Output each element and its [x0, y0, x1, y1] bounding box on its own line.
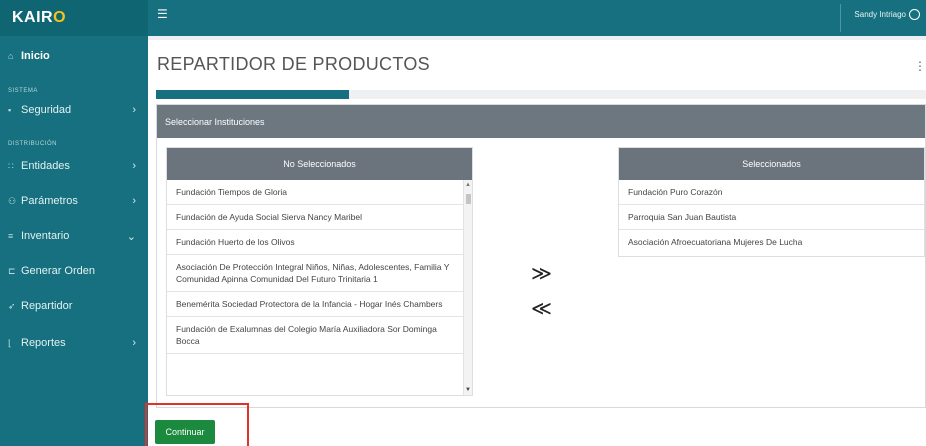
scroll-up-icon[interactable]: ▲ [465, 182, 471, 188]
sidebar-section-sistema: SISTEMA [8, 88, 38, 94]
sitemap-icon: ∷ [8, 160, 14, 171]
selected-list: Seleccionados Fundación Puro Corazón Par… [618, 147, 925, 257]
sidebar-item-label: Inventario [21, 230, 70, 242]
sidebar-item-label: Inicio [21, 50, 50, 62]
sidebar-item-reportes[interactable]: ⌊ Reportes › [0, 331, 148, 355]
brand-logo[interactable]: KAIR O [0, 0, 148, 36]
sidebar-item-seguridad[interactable]: ▪ Seguridad › [0, 98, 148, 122]
sidebar-item-label: Generar Orden [21, 265, 95, 277]
unselected-list: No Seleccionados Fundación Tiempos de Gl… [166, 147, 473, 396]
chevron-right-icon: › [132, 337, 136, 349]
move-left-button[interactable]: ≪ [531, 296, 552, 321]
navbar-divider [840, 4, 841, 32]
sidebar-item-inventario[interactable]: ≡ Inventario ⌄ [0, 224, 148, 248]
sidebar-item-generar-orden[interactable]: ⊏ Generar Orden [0, 259, 148, 283]
user-name: Sandy Intriago [854, 10, 906, 19]
list-item[interactable]: Fundación de Ayuda Social Sierva Nancy M… [167, 205, 464, 230]
progress-bar [156, 90, 926, 99]
chevron-right-icon: › [132, 160, 136, 172]
sidebar-item-label: Parámetros [21, 195, 78, 207]
cart-icon: ⊏ [8, 265, 16, 276]
panel-header: Seleccionar Instituciones [157, 105, 925, 138]
move-right-button[interactable]: ≫ [531, 261, 552, 286]
highlight-box [145, 403, 249, 446]
user-circle-icon [909, 9, 920, 20]
brand-name-accent: O [53, 9, 67, 26]
sidebar-item-inicio[interactable]: ⌂ Inicio [0, 44, 148, 68]
list-item[interactable]: Fundación Huerto de los Olivos [167, 230, 464, 255]
brand-name: KAIR [12, 9, 54, 26]
sidebar-item-repartidor[interactable]: ➶ Repartidor [0, 294, 148, 318]
list-item[interactable]: Fundación de Exalumnas del Colegio María… [167, 317, 464, 354]
sidebar-item-entidades[interactable]: ∷ Entidades › [0, 154, 148, 178]
progress-fill [156, 90, 349, 99]
top-navbar: ☰ Sandy Intriago [148, 0, 926, 36]
list-scrollbar[interactable]: ▲ ▼ [463, 180, 472, 395]
chevron-right-icon: › [132, 195, 136, 207]
sidebar-item-label: Entidades [21, 160, 70, 172]
list-item[interactable]: Asociación Afroecuatoriana Mujeres De Lu… [619, 230, 924, 254]
sidebar-item-label: Reportes [21, 337, 66, 349]
sidebar-item-label: Seguridad [21, 104, 72, 116]
lock-icon: ▪ [8, 105, 12, 115]
menu-toggle-icon[interactable]: ☰ [157, 7, 168, 21]
sidebar: KAIR O ⌂ Inicio SISTEMA ▪ Seguridad › DIS… [0, 0, 148, 446]
more-icon[interactable]: ⋮ [914, 59, 926, 73]
selected-list-header: Seleccionados [619, 148, 924, 180]
scroll-down-icon[interactable]: ▼ [465, 387, 471, 393]
unselected-list-header: No Seleccionados [167, 148, 472, 180]
list-item[interactable]: Parroquia San Juan Bautista [619, 205, 924, 230]
list-item[interactable]: Benemérita Sociedad Protectora de la Inf… [167, 292, 464, 317]
list-icon: ≡ [8, 231, 14, 241]
sidebar-item-label: Repartidor [21, 300, 73, 312]
chart-icon: ⌊ [8, 337, 12, 348]
home-icon: ⌂ [8, 51, 14, 61]
list-item[interactable]: Fundación Tiempos de Gloria [167, 180, 464, 205]
chevron-right-icon: › [132, 104, 136, 116]
user-menu[interactable]: Sandy Intriago [854, 9, 920, 20]
users-icon: ⚇ [8, 195, 17, 206]
list-item[interactable]: Fundación Puro Corazón [619, 180, 924, 205]
chevron-down-icon: ⌄ [126, 230, 136, 243]
send-icon: ➶ [8, 300, 16, 311]
list-item[interactable]: Asociación De Protección Integral Niños,… [167, 255, 464, 292]
page-title: REPARTIDOR DE PRODUCTOS [157, 54, 430, 74]
sidebar-item-parametros[interactable]: ⚇ Parámetros › [0, 189, 148, 213]
scroll-thumb[interactable] [466, 194, 471, 204]
sidebar-section-distribucion: DISTRIBUCIÓN [8, 141, 58, 147]
